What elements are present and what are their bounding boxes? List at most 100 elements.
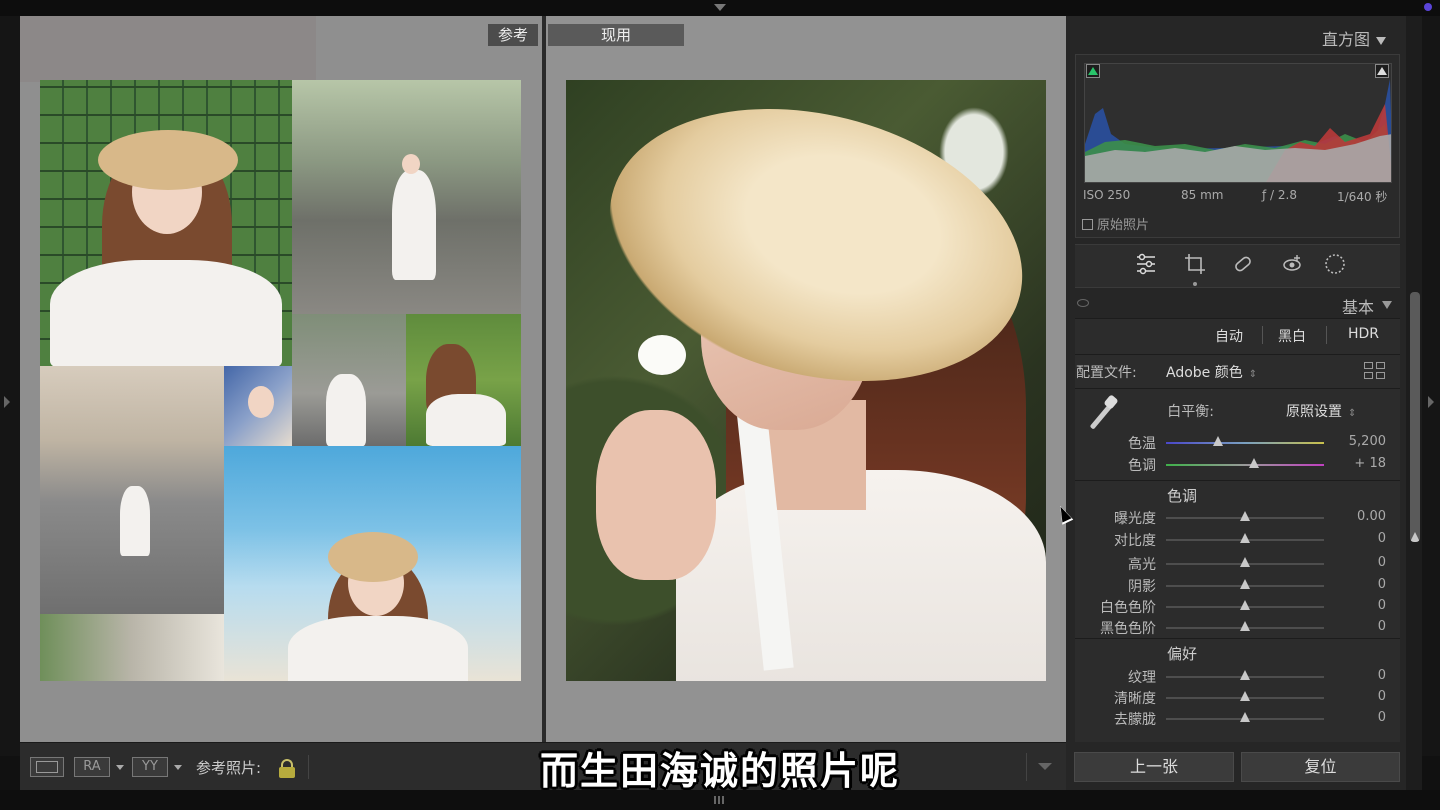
clarity-thumb[interactable]: [1240, 691, 1250, 701]
collage-tile: [406, 314, 521, 446]
dehaze-label: 去朦胧: [1114, 712, 1156, 728]
exposure-thumb[interactable]: [1240, 511, 1250, 521]
divider: [1262, 326, 1263, 344]
redeye-icon[interactable]: [1280, 252, 1304, 276]
contrast-thumb[interactable]: [1240, 533, 1250, 543]
basic-title: 基本: [1341, 298, 1374, 317]
panel-collapse-icon[interactable]: [1376, 36, 1387, 45]
hdr-button[interactable]: HDR: [1348, 326, 1379, 342]
tint-label: 色调: [1128, 458, 1156, 474]
video-subtitle: 而生田海诚的照片呢: [539, 749, 900, 793]
temp-slider[interactable]: [1166, 442, 1324, 444]
whites-label: 白色色阶: [1100, 600, 1156, 616]
compare-view: 参考 现用: [20, 16, 1066, 742]
texture-thumb[interactable]: [1240, 670, 1250, 680]
histogram-title: 直方图: [1322, 30, 1371, 49]
highlights-thumb[interactable]: [1240, 557, 1250, 567]
temp-value[interactable]: 5,200: [1326, 434, 1386, 449]
exposure-value[interactable]: 0.00: [1326, 509, 1386, 524]
tone-heading: 色调: [1167, 487, 1198, 505]
tint-slider[interactable]: [1166, 464, 1324, 466]
profile-select[interactable]: Adobe 颜色 ⇕: [1166, 362, 1257, 382]
exif-focal: 85 mm: [1181, 188, 1224, 202]
chevron-updown-icon: ⇕: [1348, 408, 1357, 419]
current-photo[interactable]: [566, 80, 1046, 681]
clarity-value[interactable]: 0: [1326, 689, 1386, 704]
scrollbar-thumb[interactable]: [1410, 292, 1420, 542]
dehaze-value[interactable]: 0: [1326, 710, 1386, 725]
shadows-value[interactable]: 0: [1326, 577, 1386, 592]
sliders-icon[interactable]: [1134, 252, 1158, 276]
histogram-panel: [1075, 54, 1400, 238]
collapse-top-icon[interactable]: [714, 4, 726, 11]
histogram-header[interactable]: 直方图: [1322, 26, 1387, 50]
texture-value[interactable]: 0: [1326, 668, 1386, 683]
profile-value: Adobe 颜色: [1166, 365, 1243, 381]
blacks-label: 黑色色阶: [1100, 621, 1156, 637]
wb-label: 白平衡:: [1167, 404, 1214, 420]
collage-tile: [40, 614, 224, 681]
whites-value[interactable]: 0: [1326, 598, 1386, 613]
top-bar: [0, 0, 1440, 16]
exif-aperture: ƒ / 2.8: [1262, 188, 1297, 202]
whites-thumb[interactable]: [1240, 600, 1250, 610]
right-panel-edge[interactable]: [1422, 16, 1440, 756]
clarity-label: 清晰度: [1114, 691, 1156, 707]
collage-tile: [292, 80, 521, 314]
current-pane: 现用: [546, 16, 1066, 742]
crop-icon[interactable]: [1183, 252, 1207, 276]
bw-button[interactable]: 黑白: [1278, 326, 1306, 346]
shadows-thumb[interactable]: [1240, 579, 1250, 589]
reference-tag: 参考: [488, 24, 538, 46]
collage-tile: [224, 446, 521, 681]
basic-panel-header[interactable]: 基本: [1075, 292, 1400, 318]
profile-browser-icon[interactable]: [1364, 362, 1386, 380]
collage-tile: [40, 80, 292, 366]
panel-scrollbar[interactable]: [1406, 16, 1422, 790]
shadow-clipping-icon[interactable]: [1086, 64, 1100, 78]
tint-value[interactable]: + 18: [1326, 456, 1386, 471]
contrast-value[interactable]: 0: [1326, 531, 1386, 546]
filmstrip-grip-icon[interactable]: [714, 796, 726, 804]
original-photo-label: 原始照片: [1097, 218, 1150, 233]
wb-select[interactable]: 原照设置 ⇕: [1286, 401, 1356, 421]
presence-heading: 偏好: [1167, 645, 1198, 663]
highlight-clipping-icon[interactable]: [1375, 64, 1389, 78]
wb-value: 原照设置: [1286, 404, 1342, 420]
auto-button[interactable]: 自动: [1215, 326, 1243, 346]
exif-shutter: 1/640 秒: [1337, 190, 1388, 204]
expand-left-icon[interactable]: [4, 396, 10, 408]
eyedropper-icon[interactable]: [1086, 394, 1122, 432]
current-tag: 现用: [548, 24, 684, 46]
overlay-box: [20, 16, 316, 82]
exposure-label: 曝光度: [1114, 511, 1156, 527]
profile-label: 配置文件:: [1076, 365, 1137, 381]
panel-collapse-icon[interactable]: [1382, 301, 1392, 309]
collage-tile: [224, 366, 292, 446]
mask-icon[interactable]: [1323, 252, 1347, 276]
highlights-label: 高光: [1128, 557, 1156, 573]
chevron-updown-icon: ⇕: [1248, 369, 1258, 380]
tint-thumb[interactable]: [1249, 458, 1260, 468]
collage-tile: [40, 366, 224, 614]
histogram-chart: [1085, 79, 1391, 182]
collage-tile: [292, 314, 406, 446]
checkbox[interactable]: [1082, 219, 1093, 230]
expand-right-icon[interactable]: [1428, 396, 1434, 408]
contrast-label: 对比度: [1114, 533, 1156, 549]
highlights-value[interactable]: 0: [1326, 555, 1386, 570]
temp-thumb[interactable]: [1213, 436, 1224, 446]
exif-iso: ISO 250: [1083, 188, 1131, 202]
divider: [1326, 326, 1327, 344]
dehaze-thumb[interactable]: [1240, 712, 1250, 722]
histogram-graph[interactable]: [1084, 63, 1392, 183]
active-tool-indicator: [1193, 282, 1197, 286]
left-panel-edge[interactable]: [0, 16, 20, 756]
visibility-icon[interactable]: [1077, 299, 1089, 307]
original-photo-toggle[interactable]: 原始照片: [1082, 214, 1149, 233]
temp-label: 色温: [1128, 436, 1156, 452]
heal-icon[interactable]: [1231, 252, 1255, 276]
reference-photo[interactable]: [40, 80, 521, 681]
blacks-value[interactable]: 0: [1326, 619, 1386, 634]
blacks-thumb[interactable]: [1240, 621, 1250, 631]
